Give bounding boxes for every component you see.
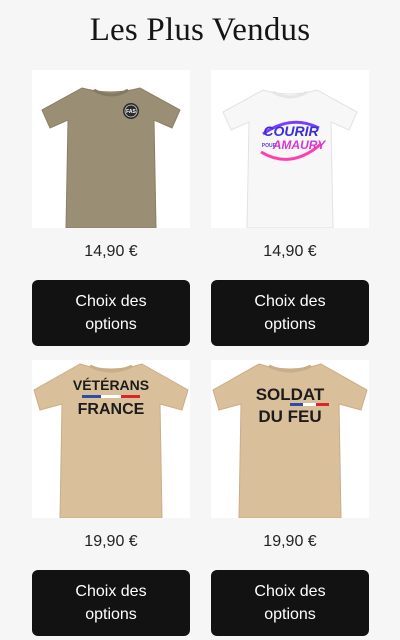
choose-options-button[interactable]: Choix des options	[32, 280, 190, 346]
product-price: 14,90 €	[263, 243, 317, 260]
svg-text:VÉTÉRANS: VÉTÉRANS	[73, 377, 149, 393]
product-card[interactable]: FAS 14,90 € Choix des options	[32, 70, 190, 346]
choose-options-button[interactable]: Choix des options	[211, 280, 369, 346]
section-title: Les Plus Vendus	[89, 12, 311, 48]
product-image[interactable]: COURIR POUR AMAURY	[211, 70, 369, 228]
product-price: 19,90 €	[84, 533, 138, 550]
product-image[interactable]: FAS	[32, 70, 190, 228]
product-price: 19,90 €	[263, 533, 317, 550]
svg-text:FAS: FAS	[126, 109, 136, 115]
product-image[interactable]: SOLDAT DU FEU	[211, 360, 369, 518]
product-card[interactable]: SOLDAT DU FEU 19,90 € Choix des options	[211, 360, 369, 636]
choose-options-button[interactable]: Choix des options	[32, 570, 190, 636]
choose-options-button[interactable]: Choix des options	[211, 570, 369, 636]
svg-text:COURIR: COURIR	[263, 123, 319, 139]
veterans-france-print-icon: VÉTÉRANS FRANCE	[73, 377, 149, 418]
product-image[interactable]: VÉTÉRANS FRANCE	[32, 360, 190, 518]
svg-text:FRANCE: FRANCE	[78, 401, 145, 418]
svg-text:DU FEU: DU FEU	[258, 407, 321, 426]
svg-text:SOLDAT: SOLDAT	[256, 385, 325, 404]
product-price: 14,90 €	[84, 243, 138, 260]
product-card[interactable]: COURIR POUR AMAURY 14,90 € Choix des opt…	[211, 70, 369, 346]
product-card[interactable]: VÉTÉRANS FRANCE 19,90 € Choix des option…	[32, 360, 190, 636]
badge-icon: FAS	[123, 103, 139, 119]
svg-text:AMAURY: AMAURY	[272, 138, 326, 152]
